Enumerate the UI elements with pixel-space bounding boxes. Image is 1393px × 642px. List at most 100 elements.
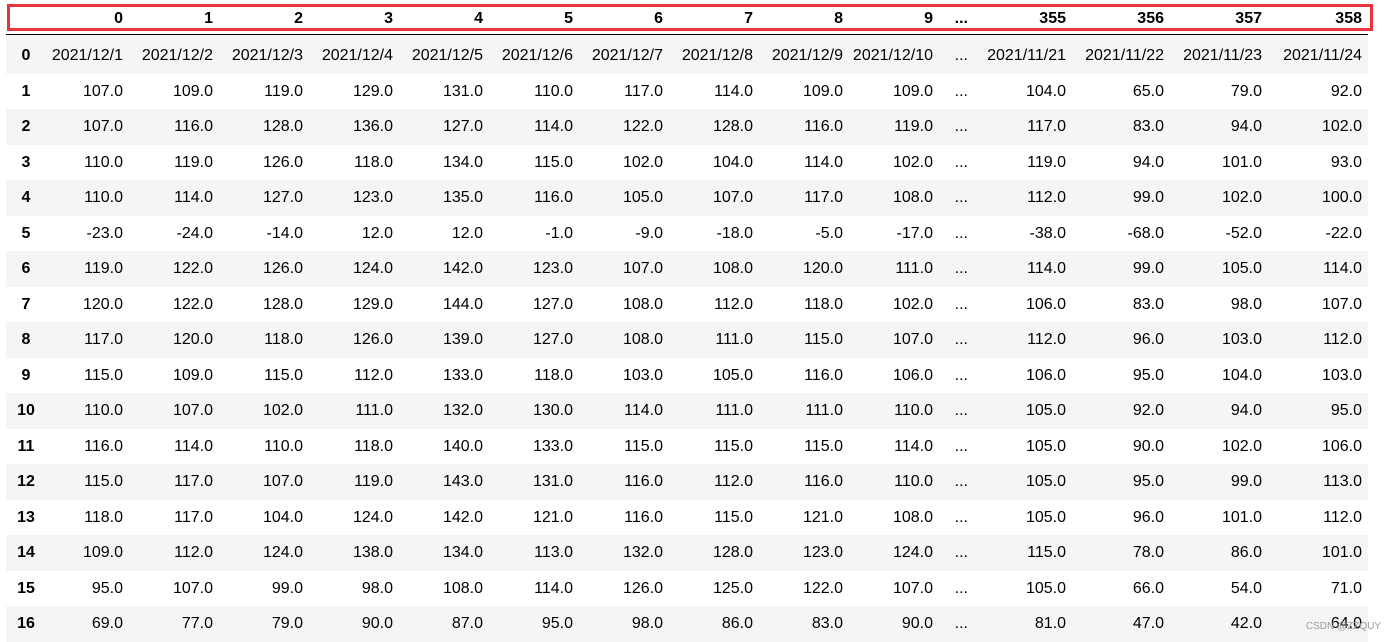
table-cell: 120.0 (82, 295, 123, 313)
table-cell: ... (954, 295, 968, 313)
table-cell: -17.0 (896, 224, 933, 242)
table-cell: 96.0 (1132, 508, 1164, 526)
table-cell: 106.0 (1025, 366, 1066, 384)
table-cell: 112.0 (174, 544, 213, 561)
column-header: 9 (849, 4, 939, 35)
table-cell: ... (954, 508, 968, 526)
table-cell: 86.0 (721, 615, 753, 632)
table-cell: 116.0 (624, 508, 663, 526)
table-cell: 105.0 (1025, 579, 1066, 597)
table-cell: 139.0 (442, 331, 483, 348)
table-cell: 107.0 (82, 118, 123, 135)
column-header: 355 (974, 4, 1072, 35)
table-header: 0 1 2 3 4 5 6 7 8 9... 355 356 357 358 (6, 4, 1368, 35)
table-cell: 140.0 (442, 437, 483, 455)
column-header: 4 (399, 4, 489, 35)
column-header: 5 (489, 4, 579, 35)
table-cell: 115.0 (534, 153, 573, 171)
table-cell: 119.0 (174, 153, 213, 171)
table-row: 16 69.0 77.0 79.0 90.0 87.0 95.0 98.0 86.0 83.0 90… (6, 606, 1368, 642)
table-cell: 12.0 (361, 224, 393, 242)
table-cell: 134.0 (442, 153, 483, 171)
table-cell: 103.0 (622, 366, 663, 384)
table-cell: 66.0 (1132, 579, 1164, 597)
table-cell: 126.0 (352, 331, 393, 348)
table-cell: 136.0 (352, 118, 393, 135)
index-header (6, 4, 46, 35)
table-cell: -52.0 (1225, 224, 1262, 242)
table-cell: 115.0 (624, 437, 663, 455)
table-cell: 105.0 (1025, 473, 1066, 490)
table-cell: 120.0 (172, 331, 213, 348)
table-row: 7 120.0 122.0 128.0 129.0 144.0 127.0 108.0 112.… (6, 286, 1368, 322)
table-cell: 98.0 (631, 615, 663, 632)
table-cell: 105.0 (1221, 260, 1262, 277)
table-cell: 106.0 (892, 366, 933, 384)
table-cell: 117.0 (174, 473, 213, 490)
table-cell: 115.0 (84, 473, 123, 490)
table-cell: 132.0 (442, 402, 483, 419)
table-cell: 119.0 (84, 260, 123, 277)
table-row: 14 109.0 112.0 124.0 138.0 134.0 113.0 132.0 128… (6, 535, 1368, 571)
row-index: 6 (21, 260, 31, 277)
table-cell: 65.0 (1132, 82, 1164, 100)
table-cell: 101.0 (1221, 153, 1262, 171)
row-index: 8 (21, 331, 31, 348)
table-cell: 111.0 (715, 331, 753, 348)
table-cell: 116.0 (84, 437, 123, 455)
table-cell: 114.0 (174, 437, 213, 455)
row-index: 10 (17, 402, 35, 419)
table-cell: ... (954, 437, 968, 455)
table-cell: 115.0 (714, 437, 753, 455)
table-cell: 126.0 (262, 260, 303, 277)
table-cell: 112.0 (1323, 508, 1362, 526)
table-cell: 102.0 (1221, 189, 1262, 206)
table-cell: ... (954, 579, 968, 597)
table-cell: 116.0 (804, 366, 843, 384)
table-cell: 107.0 (262, 473, 303, 490)
table-cell: 143.0 (442, 473, 483, 490)
table-cell: 101.0 (1221, 508, 1262, 526)
table-cell: 132.0 (622, 544, 663, 561)
table-row: 2 107.0 116.0 128.0 136.0 127.0 114.0 122.0 128.… (6, 109, 1368, 145)
table-cell: 118.0 (804, 295, 843, 313)
column-header: 2 (219, 4, 309, 35)
table-cell: 83.0 (1132, 295, 1164, 313)
table-cell: ... (954, 118, 968, 135)
table-cell: 112.0 (1027, 331, 1066, 348)
table-cell: 100.0 (1321, 189, 1362, 206)
table-row: 10 110.0 107.0 102.0 111.0 132.0 130.0 114.0 111… (6, 393, 1368, 429)
table-cell: 90.0 (1132, 437, 1164, 455)
table-cell: ... (954, 82, 968, 100)
table-cell: 118.0 (534, 366, 573, 384)
table-cell: 92.0 (1330, 82, 1362, 100)
table-cell: 122.0 (622, 118, 663, 135)
table-cell: ... (954, 260, 968, 277)
table-cell: 113.0 (1323, 473, 1362, 490)
table-row: 3 110.0 119.0 126.0 118.0 134.0 115.0 102.0 104.… (6, 144, 1368, 180)
table-cell: 107.0 (1321, 295, 1362, 313)
table-cell: 128.0 (262, 118, 303, 135)
table-cell: 138.0 (352, 544, 393, 561)
table-cell: 124.0 (892, 544, 933, 561)
table-cell: 105.0 (1025, 508, 1066, 526)
table-cell: 128.0 (712, 544, 753, 561)
table-cell: ... (954, 224, 968, 242)
table-cell: 119.0 (894, 118, 933, 135)
table-cell: 121.0 (532, 508, 573, 526)
table-cell: 128.0 (262, 295, 303, 313)
table-cell: 112.0 (1027, 189, 1066, 206)
table-cell: 90.0 (901, 615, 933, 632)
table-cell: 142.0 (442, 508, 483, 526)
table-cell: 105.0 (712, 366, 753, 384)
table-cell: 114.0 (1027, 260, 1066, 277)
table-cell: 2021/12/3 (231, 47, 303, 64)
table-cell: 127.0 (442, 118, 483, 135)
row-index: 13 (17, 508, 35, 526)
table-cell: 108.0 (892, 189, 933, 206)
row-index: 11 (17, 437, 35, 455)
table-cell: 109.0 (82, 544, 123, 561)
table-cell: 102.0 (262, 402, 303, 419)
table-cell: 117.0 (624, 82, 663, 100)
table-cell: 103.0 (1221, 331, 1262, 348)
